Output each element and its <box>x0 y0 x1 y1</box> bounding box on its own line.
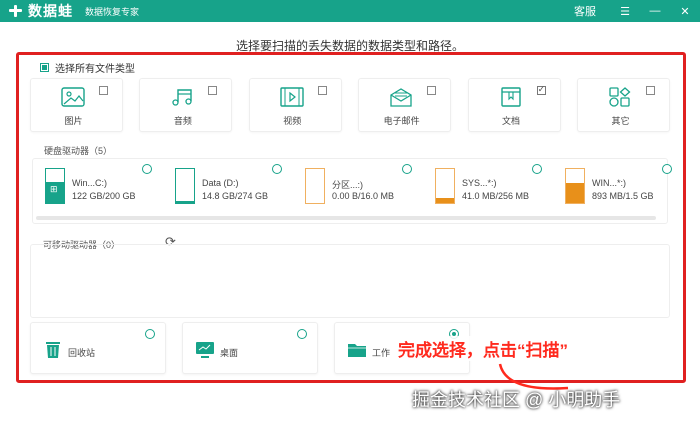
drive-d[interactable]: Data (D:) 14.8 GB/274 GB <box>164 162 284 212</box>
minimize-icon[interactable]: — <box>640 0 670 22</box>
drive-size: 893 MB/1.5 GB <box>592 191 654 201</box>
drive-name: Data (D:) <box>202 178 239 188</box>
drive-radio[interactable] <box>662 164 672 174</box>
other-checkbox[interactable] <box>645 86 655 95</box>
location-label: 回收站 <box>68 348 96 358</box>
customer-service-link[interactable]: 客服 <box>574 3 596 19</box>
drive-usage-bar <box>565 168 585 204</box>
file-type-label: 电子邮件 <box>383 116 420 126</box>
file-type-list: 图片 音频 视频 电子邮件 文档 其它 <box>30 78 670 132</box>
file-type-video[interactable]: 视频 <box>248 78 342 132</box>
drive-usage-fill <box>436 197 454 203</box>
logo-text: 数据蛙 <box>28 3 73 19</box>
email-checkbox[interactable] <box>427 86 437 95</box>
drive-c[interactable]: ⊞ Win...C:) 122 GB/200 GB <box>34 162 154 212</box>
folder-icon <box>348 344 366 357</box>
app-logo: 数据蛙 <box>8 1 73 21</box>
title-bar: 数据蛙 数据恢复专家 客服 ☰ — ✕ <box>0 0 700 22</box>
drive-usage-bar <box>305 168 325 204</box>
drive-size: 41.0 MB/256 MB <box>462 191 530 201</box>
close-icon[interactable]: ✕ <box>670 0 700 22</box>
drive-name: SYS...*:) <box>462 178 497 188</box>
drive-size: 0.00 B/16.0 MB <box>332 191 395 201</box>
document-icon <box>500 87 521 107</box>
drive-name: 分区...:) <box>332 180 363 190</box>
disk-section-label: 硬盘驱动器（5） <box>44 146 113 156</box>
drive-name: Win...C:) <box>72 178 107 188</box>
location-radio[interactable] <box>145 329 155 339</box>
drive-radio[interactable] <box>532 164 542 174</box>
video-icon <box>280 87 304 107</box>
watermark: 掘金技术社区 @ 小明助手 <box>412 390 621 410</box>
instruction-annotation: 完成选择，点击“扫描” <box>396 336 570 361</box>
desktop-icon <box>196 342 214 358</box>
drive-size: 122 GB/200 GB <box>72 191 136 201</box>
drive-usage-fill <box>176 201 194 203</box>
drive-radio[interactable] <box>142 164 152 174</box>
drive-usage-bar <box>435 168 455 204</box>
app-subtitle: 数据恢复专家 <box>85 6 140 17</box>
location-label: 桌面 <box>220 348 239 358</box>
file-type-other[interactable]: 其它 <box>576 78 670 132</box>
location-label: 工作 <box>372 348 391 358</box>
drive-partition[interactable]: 分区...:) 0.00 B/16.0 MB <box>294 162 414 212</box>
video-checkbox[interactable] <box>317 86 327 95</box>
file-type-image[interactable]: 图片 <box>30 78 123 132</box>
drive-size: 14.8 GB/274 GB <box>202 191 269 201</box>
location-desktop[interactable]: 桌面 <box>182 322 318 374</box>
location-radio[interactable] <box>297 329 307 339</box>
page-heading: 选择要扫描的丢失数据的数据类型和路径。 <box>235 39 464 53</box>
drive-radio[interactable] <box>272 164 282 174</box>
windows-icon: ⊞ <box>50 184 58 194</box>
file-type-email[interactable]: 电子邮件 <box>358 78 452 132</box>
file-type-audio[interactable]: 音频 <box>139 78 233 132</box>
drive-win[interactable]: WIN...*:) 893 MB/1.5 GB <box>554 162 674 212</box>
email-icon <box>390 88 412 107</box>
removable-drives-panel <box>30 244 670 318</box>
select-all-label: 选择所有文件类型 <box>55 64 135 75</box>
file-type-label: 文档 <box>502 116 521 126</box>
image-icon <box>61 87 85 107</box>
select-all-checkbox[interactable]: 选择所有文件类型 <box>40 60 135 75</box>
file-type-label: 视频 <box>283 116 302 126</box>
file-type-label: 音频 <box>173 116 192 126</box>
drives-scrollbar[interactable] <box>36 216 656 220</box>
location-recycle-bin[interactable]: 回收站 <box>30 322 166 374</box>
drive-sys[interactable]: SYS...*:) 41.0 MB/256 MB <box>424 162 544 212</box>
music-icon <box>172 89 193 106</box>
menu-icon[interactable]: ☰ <box>610 0 640 22</box>
file-type-document[interactable]: 文档 <box>467 78 561 132</box>
drive-name: WIN...*:) <box>592 178 626 188</box>
file-type-label: 图片 <box>64 116 83 126</box>
file-type-label: 其它 <box>611 116 630 126</box>
document-checkbox[interactable] <box>536 84 546 95</box>
drive-usage-fill <box>566 183 584 203</box>
drive-radio[interactable] <box>402 164 412 174</box>
drive-usage-bar <box>175 168 195 204</box>
image-checkbox[interactable] <box>99 86 108 95</box>
shapes-icon <box>609 87 631 107</box>
recycle-bin-icon <box>46 342 60 358</box>
select-all-box[interactable] <box>40 63 49 72</box>
logo-plus-icon <box>8 4 24 18</box>
audio-checkbox[interactable] <box>208 86 218 95</box>
